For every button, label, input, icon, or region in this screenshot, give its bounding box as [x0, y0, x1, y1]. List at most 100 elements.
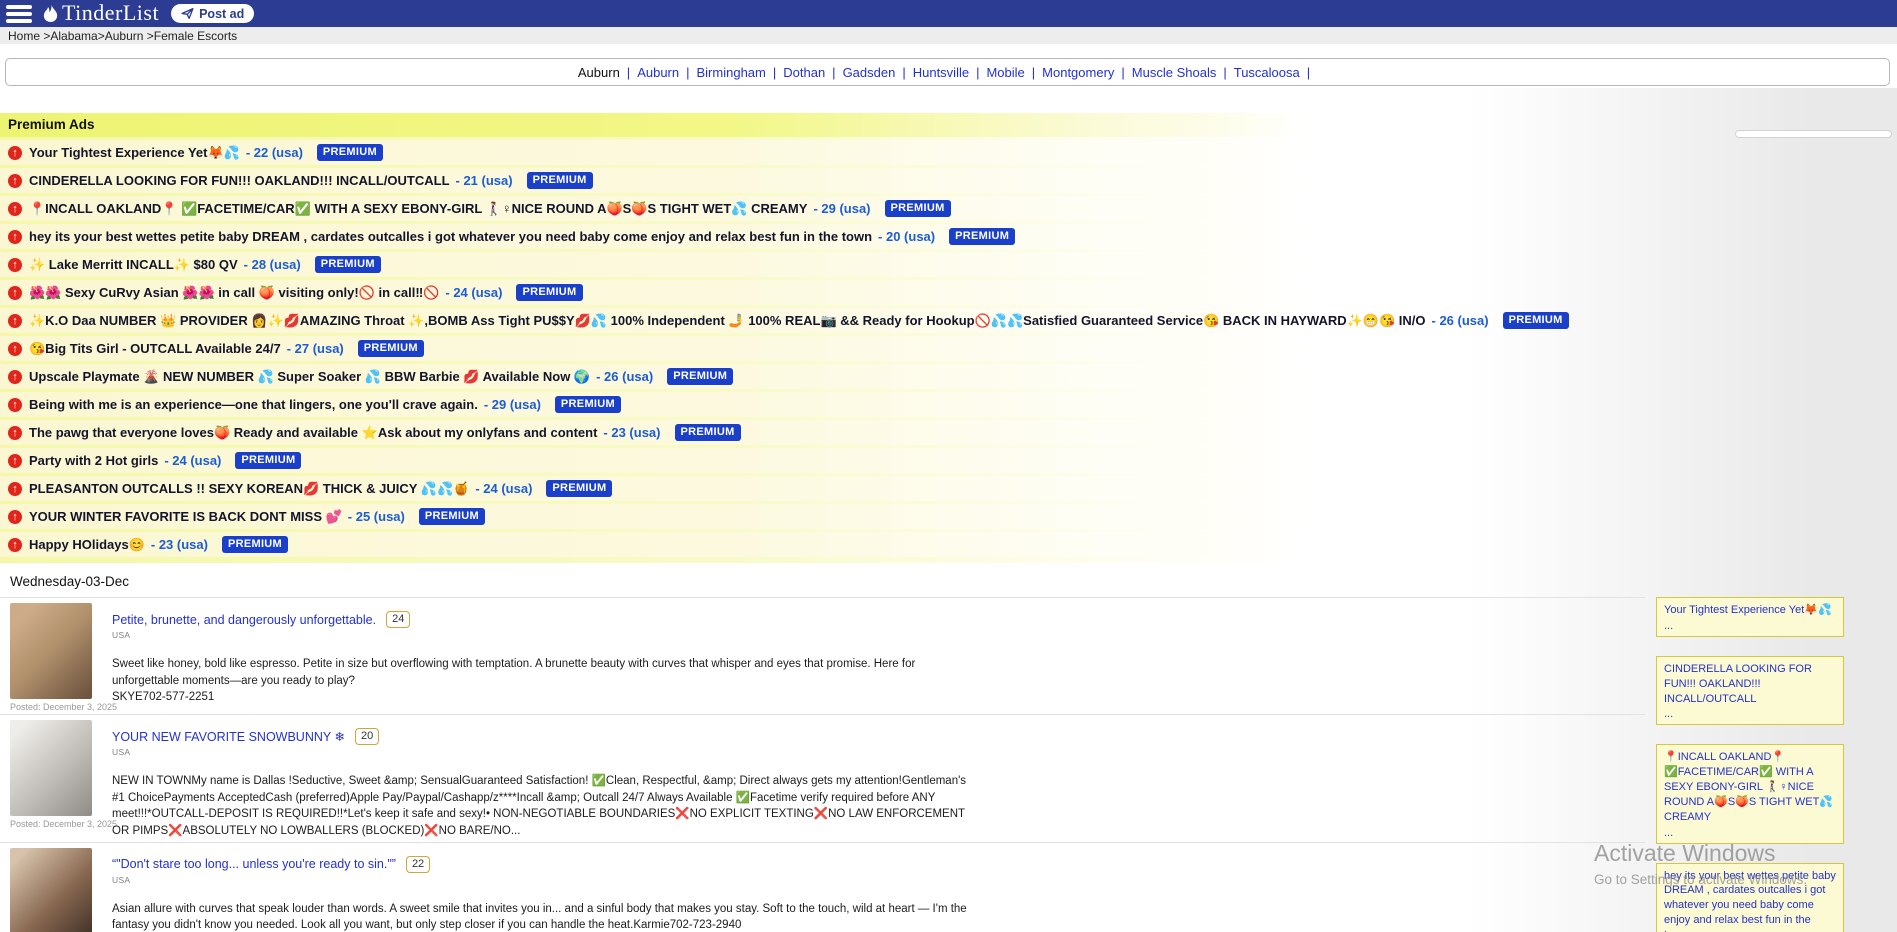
listing-description: NEW IN TOWNMy name is Dallas !Seductive,… — [112, 773, 972, 840]
sidebar-ad-title[interactable]: 📍INCALL OAKLAND📍 ✅FACETIME/CAR✅ WITH A S… — [1664, 750, 1836, 824]
hamburger-menu-icon[interactable] — [6, 5, 32, 23]
premium-ad-row[interactable]: ↑ PLEASANTON OUTCALLS !! SEXY KOREAN💋 TH… — [0, 476, 1630, 501]
up-arrow-icon: ↑ — [8, 146, 22, 160]
city-separator: | — [686, 65, 689, 80]
premium-ad-age: - 28 (usa) — [244, 257, 301, 272]
breadcrumb-item-alabama[interactable]: Alabama — [50, 29, 97, 43]
premium-ad-age: - 29 (usa) — [484, 397, 541, 412]
city-link-montgomery[interactable]: Montgomery — [1042, 65, 1114, 80]
paper-plane-icon — [181, 7, 194, 20]
premium-badge: PREMIUM — [667, 368, 733, 385]
up-arrow-icon: ↑ — [8, 370, 22, 384]
sidebar-ad-more-link[interactable]: ... — [1664, 708, 1836, 720]
listing-title-link[interactable]: Petite, brunette, and dangerously unforg… — [112, 613, 376, 627]
sidebar-ad-title[interactable]: CINDERELLA LOOKING FOR FUN!!! OAKLAND!!!… — [1664, 662, 1836, 707]
city-separator: | — [832, 65, 835, 80]
up-arrow-icon: ↑ — [8, 454, 22, 468]
premium-ad-title[interactable]: 🌺🌺 Sexy CuRvy Asian 🌺🌺 in call 🍑 visitin… — [29, 285, 439, 301]
breadcrumb-separator: > — [143, 29, 153, 43]
premium-ad-title[interactable]: Happy HOlidays😊 — [29, 537, 145, 553]
listing-title-link[interactable]: YOUR NEW FAVORITE SNOWBUNNY ❄ — [112, 729, 345, 744]
premium-ad-row[interactable]: ↑ 😘Big Tits Girl - OUTCALL Available 24/… — [0, 336, 1630, 361]
sidebar-premium-ad[interactable]: 📍INCALL OAKLAND📍 ✅FACETIME/CAR✅ WITH A S… — [1656, 744, 1844, 843]
premium-ad-title[interactable]: Upscale Playmate 🌋 NEW NUMBER 💦 Super So… — [29, 369, 590, 385]
listing-item: Posted: December 3, 2025 Petite, brunett… — [0, 597, 1645, 714]
city-link-huntsville[interactable]: Huntsville — [913, 65, 969, 80]
city-link-auburn[interactable]: Auburn — [637, 65, 679, 80]
premium-ad-row[interactable]: ↑ Your Tightest Experience Yet🦊💦 - 22 (u… — [0, 140, 1630, 165]
listing-title-row: Petite, brunette, and dangerously unforg… — [112, 611, 1645, 628]
premium-ad-row[interactable]: ↑ Party with 2 Hot girls - 24 (usa) PREM… — [0, 448, 1630, 473]
listing-thumbnail[interactable] — [10, 603, 92, 699]
post-ad-button[interactable]: Post ad — [171, 4, 254, 23]
city-link-birmingham[interactable]: Birmingham — [697, 65, 766, 80]
breadcrumb-item-home[interactable]: Home — [8, 29, 40, 43]
breadcrumb-item-auburn[interactable]: Auburn — [105, 29, 144, 43]
premium-ad-age: - 27 (usa) — [287, 341, 344, 356]
premium-ad-title[interactable]: 📍INCALL OAKLAND📍 ✅FACETIME/CAR✅ WITH A S… — [29, 201, 807, 217]
premium-ad-title[interactable]: Party with 2 Hot girls — [29, 453, 158, 468]
listing-country: USA — [112, 630, 1645, 640]
listing-info-column: Petite, brunette, and dangerously unforg… — [112, 603, 1645, 712]
sidebar-premium-ad[interactable]: Your Tightest Experience Yet🦊💦 ... — [1656, 597, 1844, 637]
city-separator: | — [1032, 65, 1035, 80]
premium-ad-row[interactable]: ↑ Happy HOlidays😊 - 23 (usa) PREMIUM — [0, 532, 1630, 557]
listing-thumb-column: Posted: December 3, 2025 — [10, 603, 96, 712]
premium-ad-age: - 22 (usa) — [246, 145, 303, 160]
premium-ad-title[interactable]: YOUR WINTER FAVORITE IS BACK DONT MISS 💕 — [29, 509, 342, 525]
sidebar-premium-ad[interactable]: hey its your best wettes petite baby DRE… — [1656, 863, 1844, 932]
premium-ad-row[interactable]: ↑ YOUR WINTER FAVORITE IS BACK DONT MISS… — [0, 504, 1630, 529]
up-arrow-icon: ↑ — [8, 202, 22, 216]
city-link-mobile[interactable]: Mobile — [986, 65, 1024, 80]
city-current: Auburn — [578, 65, 620, 80]
premium-ad-row[interactable]: ↑ 📍INCALL OAKLAND📍 ✅FACETIME/CAR✅ WITH A… — [0, 196, 1630, 221]
premium-ad-row[interactable]: ↑ ✨K.O Daa NUMBER 👑 PROVIDER 👩✨💋AMAZING … — [0, 308, 1630, 333]
premium-ad-row[interactable]: ↑ ✨ Lake Merritt INCALL✨ $80 QV - 28 (us… — [0, 252, 1630, 277]
sidebar-ad-more-link[interactable]: ... — [1664, 620, 1836, 632]
premium-ad-title[interactable]: Your Tightest Experience Yet🦊💦 — [29, 145, 240, 161]
breadcrumb: Home >Alabama>Auburn >Female Escorts — [0, 27, 1897, 44]
listing-country: USA — [112, 747, 1645, 757]
premium-badge: PREMIUM — [885, 200, 951, 217]
up-arrow-icon: ↑ — [8, 426, 22, 440]
city-link-tuscaloosa[interactable]: Tuscaloosa — [1234, 65, 1300, 80]
listing-posted-date: Posted: December 3, 2025 — [10, 819, 96, 829]
premium-ad-row[interactable]: ↑ 🌺🌺 Sexy CuRvy Asian 🌺🌺 in call 🍑 visit… — [0, 280, 1630, 305]
premium-ad-row[interactable]: ↑ The pawg that everyone loves🍑 Ready an… — [0, 420, 1630, 445]
premium-ad-row[interactable]: ↑ hey its your best wettes petite baby D… — [0, 224, 1630, 249]
city-separator: | — [902, 65, 905, 80]
premium-ad-row[interactable]: ↑ Being with me is an experience—one tha… — [0, 392, 1630, 417]
listing-title-link[interactable]: “"Don't stare too long... unless you're … — [112, 857, 396, 871]
premium-ad-row[interactable]: ↑ Upscale Playmate 🌋 NEW NUMBER 💦 Super … — [0, 364, 1630, 389]
up-arrow-icon: ↑ — [8, 538, 22, 552]
city-link-dothan[interactable]: Dothan — [783, 65, 825, 80]
premium-ad-title[interactable]: hey its your best wettes petite baby DRE… — [29, 229, 872, 244]
premium-ad-age: - 24 (usa) — [164, 453, 221, 468]
sidebar-premium-ad[interactable]: CINDERELLA LOOKING FOR FUN!!! OAKLAND!!!… — [1656, 656, 1844, 726]
sidebar-ad-title[interactable]: Your Tightest Experience Yet🦊💦 — [1664, 603, 1836, 618]
city-link-muscle-shoals[interactable]: Muscle Shoals — [1132, 65, 1217, 80]
premium-ad-title[interactable]: 😘Big Tits Girl - OUTCALL Available 24/7 — [29, 341, 281, 357]
premium-ad-row[interactable]: ↑ CINDERELLA LOOKING FOR FUN!!! OAKLAND!… — [0, 168, 1630, 193]
premium-ad-age: - 20 (usa) — [878, 229, 935, 244]
sidebar-ad-more-link[interactable]: ... — [1664, 827, 1836, 839]
city-link-gadsden[interactable]: Gadsden — [843, 65, 896, 80]
city-links-bar: Auburn|Auburn|Birmingham|Dothan|Gadsden|… — [5, 58, 1890, 86]
brand-logo[interactable]: TinderList — [42, 2, 159, 26]
premium-ad-title[interactable]: CINDERELLA LOOKING FOR FUN!!! OAKLAND!!!… — [29, 173, 450, 188]
premium-badge: PREMIUM — [546, 480, 612, 497]
premium-badge: PREMIUM — [419, 508, 485, 525]
premium-badge: PREMIUM — [949, 228, 1015, 245]
premium-ad-title[interactable]: The pawg that everyone loves🍑 Ready and … — [29, 425, 597, 441]
premium-ad-title[interactable]: ✨K.O Daa NUMBER 👑 PROVIDER 👩✨💋AMAZING Th… — [29, 313, 1426, 329]
premium-badge: PREMIUM — [317, 144, 383, 161]
up-arrow-icon: ↑ — [8, 398, 22, 412]
premium-ad-title[interactable]: PLEASANTON OUTCALLS !! SEXY KOREAN💋 THIC… — [29, 481, 469, 497]
listing-thumbnail[interactable] — [10, 848, 92, 932]
listing-description: Sweet like honey, bold like espresso. Pe… — [112, 656, 972, 689]
listing-thumbnail[interactable] — [10, 720, 92, 816]
premium-ad-title[interactable]: ✨ Lake Merritt INCALL✨ $80 QV — [29, 257, 238, 273]
premium-ad-age: - 24 (usa) — [475, 481, 532, 496]
sidebar-ad-title[interactable]: hey its your best wettes petite baby DRE… — [1664, 869, 1836, 932]
premium-ad-title[interactable]: Being with me is an experience—one that … — [29, 397, 478, 412]
